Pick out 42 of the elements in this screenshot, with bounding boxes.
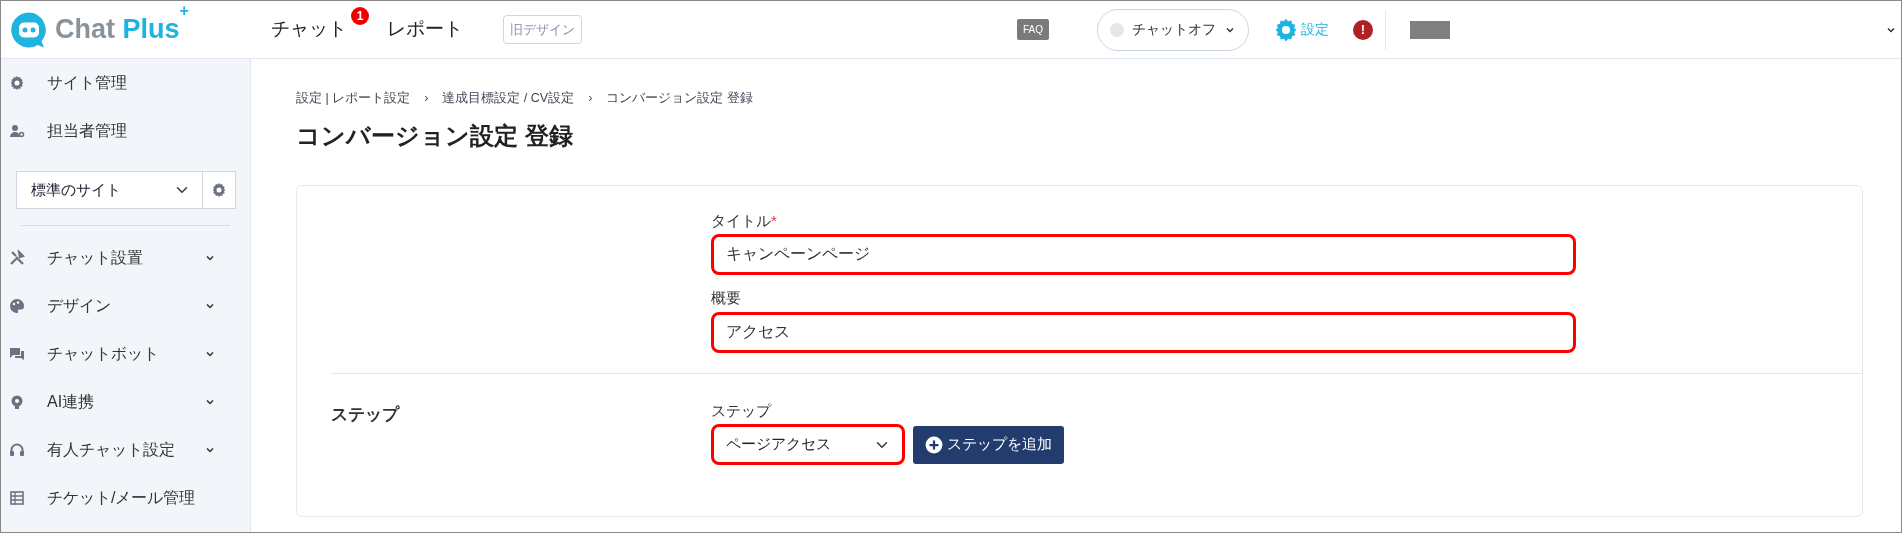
lightbulb-icon (9, 394, 25, 410)
nav-link[interactable]: レポート (387, 18, 463, 40)
redacted-block (1410, 20, 1450, 39)
text-input[interactable]: アクセス (711, 311, 1576, 353)
breadcrumb-separator: › (424, 90, 429, 107)
add-step-button[interactable]: ステップを追加 (913, 425, 1064, 464)
field-label: タイトル* (711, 210, 778, 231)
field-label: 概要 (711, 288, 742, 309)
site-select[interactable]: 標準のサイト (16, 171, 203, 209)
text-input[interactable]: キャンペーンページ (711, 234, 1576, 276)
breadcrumb-link[interactable]: 達成目標設定 / CV設定 (442, 89, 575, 108)
sidebar-item[interactable]: チケット/メール管理 (1, 474, 250, 522)
table-icon (9, 490, 25, 506)
sidebar-item[interactable]: サイト管理 (1, 59, 250, 107)
section-heading: ステップ (331, 403, 401, 426)
chat-status-dropdown[interactable]: チャットオフ (1097, 8, 1249, 51)
sidebar-item[interactable]: デザイン (1, 282, 250, 330)
nav-link[interactable]: チャット (271, 18, 347, 40)
palette-icon (9, 298, 25, 314)
tools-icon (9, 250, 25, 266)
field-label: ステップ (711, 400, 773, 421)
sidebar-item[interactable]: チャットボット (1, 330, 250, 378)
sidebar-item[interactable]: 有人チャット設定 (1, 426, 250, 474)
breadcrumb-link[interactable]: コンバージョン設定 登録 (606, 89, 753, 108)
step-select[interactable]: ページアクセス (711, 424, 905, 466)
notification-badge: 1 (351, 7, 369, 26)
sidebar-item[interactable]: AI連携 (1, 378, 250, 426)
breadcrumb-separator: › (588, 90, 593, 107)
page-title: コンバージョン設定 登録 (296, 121, 574, 151)
gear-icon (9, 75, 25, 91)
sidebar-item[interactable]: 担当者管理 (1, 107, 250, 155)
gear-icon (1273, 16, 1299, 43)
headset-icon (9, 442, 25, 458)
alert-icon[interactable]: ! (1353, 19, 1373, 40)
sidebar-item[interactable]: チャット設置 (1, 234, 250, 282)
gear-icon (210, 182, 227, 198)
person-gear-icon (9, 123, 25, 139)
chat-bubbles-icon (9, 346, 25, 362)
plus-circle-icon (925, 435, 943, 454)
site-settings-button[interactable] (202, 171, 236, 209)
breadcrumb-link[interactable]: 設定 | レポート設定 (296, 89, 411, 108)
faq-icon[interactable]: FAQ (1017, 19, 1049, 40)
